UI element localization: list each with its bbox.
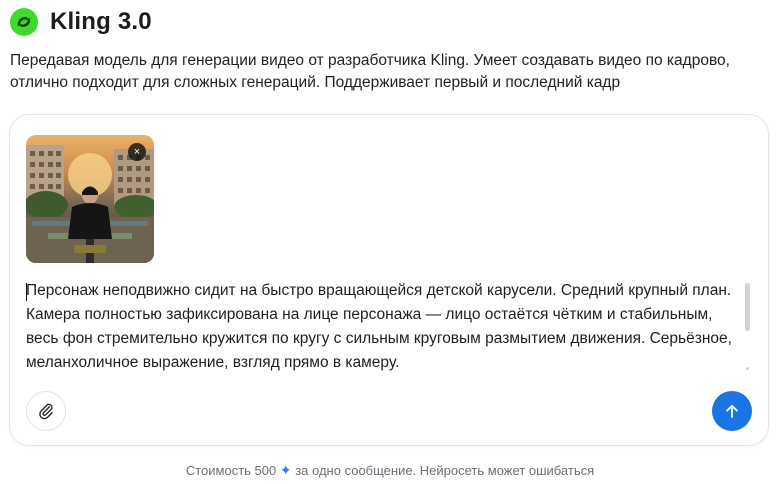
header: Kling 3.0: [10, 8, 152, 36]
spark-icon: ✦: [279, 462, 292, 478]
attach-file-button[interactable]: [26, 391, 66, 431]
page-title: Kling 3.0: [50, 8, 152, 35]
remove-attachment-button[interactable]: ×: [128, 143, 146, 161]
prompt-scrollbar[interactable]: [745, 283, 750, 331]
message-composer: × Персонаж неподвижно сидит на быстро вр…: [9, 114, 769, 446]
prompt-input[interactable]: Персонаж неподвижно сидит на быстро вращ…: [26, 279, 738, 375]
kling-logo-icon: [10, 8, 38, 36]
text-caret: [26, 283, 27, 301]
cost-suffix: за одно сообщение. Нейросеть может ошиба…: [295, 463, 595, 478]
footer-note: Стоимость 500 ✦ за одно сообщение. Нейро…: [0, 462, 780, 479]
prompt-scrollbar-end: [746, 367, 749, 370]
model-description: Передавая модель для генерации видео от …: [10, 52, 730, 91]
arrow-up-icon: [726, 404, 738, 418]
send-button[interactable]: [712, 391, 752, 431]
attached-image-thumbnail[interactable]: ×: [26, 135, 154, 263]
cost-prefix: Стоимость 500: [185, 463, 277, 478]
paperclip-icon: [39, 403, 53, 420]
